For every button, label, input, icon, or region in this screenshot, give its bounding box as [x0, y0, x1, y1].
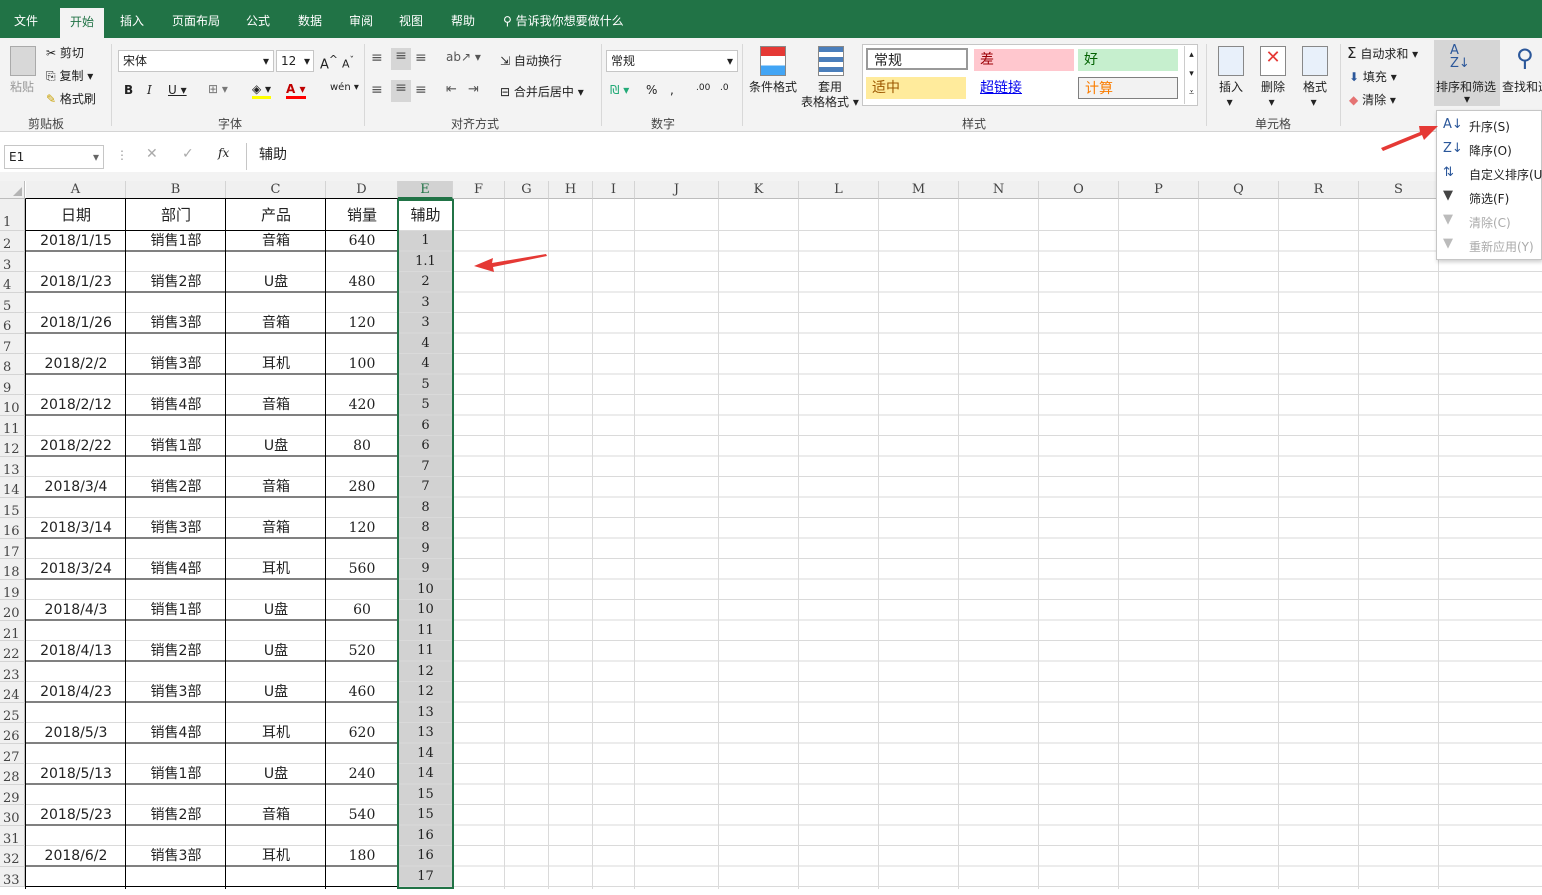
- arrow-to-sort-menu: [1381, 126, 1438, 151]
- arrow-to-helper-value: [474, 254, 547, 272]
- annotation-arrows: [474, 126, 1438, 272]
